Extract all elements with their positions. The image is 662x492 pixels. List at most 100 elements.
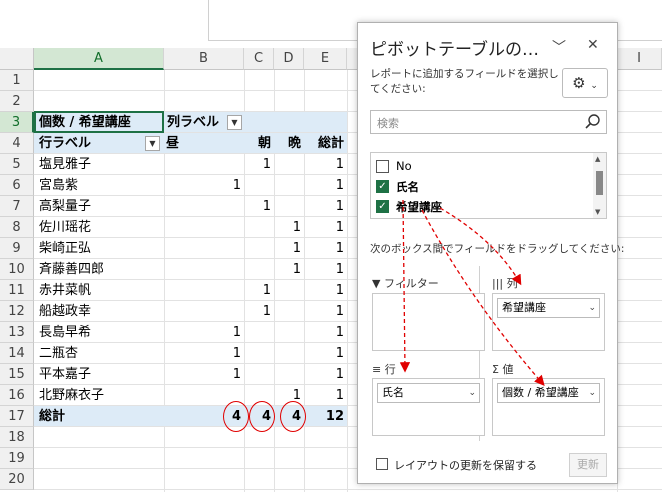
pivot-value-cell[interactable]: 1 — [274, 259, 301, 280]
pivot-value-cell[interactable]: 1 — [244, 154, 271, 175]
pivot-row-name[interactable]: 平本嘉子 — [39, 364, 91, 385]
field-checkbox-no[interactable] — [376, 160, 389, 173]
pivot-value-cell[interactable]: 1 — [304, 175, 344, 196]
pivot-row-name[interactable]: 北野麻衣子 — [39, 385, 104, 406]
pivot-row-name[interactable]: 塩見雅子 — [39, 154, 91, 175]
chevron-down-icon[interactable]: ⌄ — [588, 299, 596, 317]
values-chip[interactable]: 個数 / 希望講座 ⌄ — [497, 383, 600, 403]
pivot-value-cell[interactable]: 1 — [304, 259, 344, 280]
row-header[interactable]: 20 — [0, 469, 34, 490]
col-labels-filter-dropdown[interactable]: ▼ — [227, 115, 242, 130]
pivot-value-cell[interactable]: 1 — [304, 301, 344, 322]
chevron-down-icon[interactable]: ⌄ — [468, 384, 476, 402]
pivot-value-cell[interactable] — [274, 301, 301, 322]
select-all-corner[interactable] — [0, 48, 34, 70]
row-header[interactable]: 16 — [0, 385, 34, 406]
pivot-value-cell[interactable]: 1 — [164, 343, 241, 364]
row-header[interactable]: 10 — [0, 259, 34, 280]
close-icon[interactable]: ✕ — [587, 37, 599, 53]
pivot-value-cell[interactable] — [274, 175, 301, 196]
pivot-value-cell[interactable]: 1 — [304, 154, 344, 175]
columns-area[interactable]: 希望講座 ⌄ — [492, 293, 605, 351]
pivot-value-cell[interactable] — [274, 154, 301, 175]
pivot-value-cell[interactable] — [164, 280, 241, 301]
pivot-value-cell[interactable]: 1 — [304, 322, 344, 343]
pivot-value-cell[interactable]: 1 — [304, 217, 344, 238]
row-header[interactable]: 1 — [0, 70, 34, 91]
pivot-value-cell[interactable] — [274, 280, 301, 301]
row-labels-filter-dropdown[interactable]: ▼ — [145, 136, 160, 151]
row-header[interactable]: 13 — [0, 322, 34, 343]
row-header[interactable]: 19 — [0, 448, 34, 469]
row-header[interactable]: 11 — [0, 280, 34, 301]
pivot-value-cell[interactable]: 1 — [274, 238, 301, 259]
col-header-c[interactable]: C — [244, 48, 274, 70]
pivot-col-labels[interactable]: 列ラベル — [167, 112, 219, 133]
pivot-row-name[interactable]: 斉藤善四郎 — [39, 259, 104, 280]
pivot-value-cell[interactable]: 1 — [304, 343, 344, 364]
rows-area[interactable]: 氏名 ⌄ — [372, 378, 485, 436]
scroll-thumb[interactable] — [596, 171, 603, 195]
pivot-value-cell[interactable]: 1 — [274, 217, 301, 238]
pivot-value-cell[interactable] — [164, 301, 241, 322]
field-list-scrollbar[interactable]: ▲ ▼ — [593, 153, 606, 218]
pivot-value-cell[interactable] — [274, 196, 301, 217]
row-header[interactable]: 4 — [0, 133, 34, 154]
row-header[interactable]: 2 — [0, 91, 34, 112]
field-checkbox-shimei[interactable]: ✓ — [376, 180, 389, 193]
pivot-row-labels[interactable]: 行ラベル — [39, 133, 91, 154]
field-search-input[interactable]: 検索 — [370, 110, 607, 134]
pivot-value-cell[interactable]: 1 — [304, 364, 344, 385]
pivot-row-name[interactable]: 船越政幸 — [39, 301, 91, 322]
pivot-row-name[interactable]: 柴崎正弘 — [39, 238, 91, 259]
pivot-value-cell[interactable] — [244, 175, 271, 196]
pivot-value-cell[interactable] — [164, 196, 241, 217]
pivot-value-cell[interactable]: 1 — [164, 364, 241, 385]
pivot-row-name[interactable]: 二瓶杏 — [39, 343, 78, 364]
pivot-value-cell[interactable]: 1 — [164, 175, 241, 196]
row-header[interactable]: 8 — [0, 217, 34, 238]
pivot-value-cell[interactable] — [274, 322, 301, 343]
col-header-i[interactable]: I — [617, 48, 662, 70]
row-header[interactable]: 18 — [0, 427, 34, 448]
col-header-a[interactable]: A — [34, 48, 164, 70]
row-header[interactable]: 7 — [0, 196, 34, 217]
pivot-value-cell[interactable]: 1 — [304, 196, 344, 217]
pivot-value-cell[interactable]: 1 — [244, 280, 271, 301]
columns-chip[interactable]: 希望講座 ⌄ — [497, 298, 600, 318]
rows-chip[interactable]: 氏名 ⌄ — [377, 383, 480, 403]
tools-gear-button[interactable]: ⚙ ⌄ — [562, 68, 608, 98]
pivot-value-cell[interactable] — [244, 364, 271, 385]
scroll-down-icon[interactable]: ▼ — [595, 208, 600, 216]
values-area[interactable]: 個数 / 希望講座 ⌄ — [492, 378, 605, 436]
pivot-value-cell[interactable] — [164, 238, 241, 259]
pivot-value-cell[interactable] — [244, 217, 271, 238]
pivot-value-cell[interactable] — [274, 343, 301, 364]
active-cell-a3[interactable] — [34, 111, 164, 133]
pivot-value-cell[interactable]: 1 — [304, 280, 344, 301]
pivot-row-name[interactable]: 宮島紫 — [39, 175, 78, 196]
pivot-value-cell[interactable]: 1 — [164, 322, 241, 343]
pivot-value-cell[interactable] — [244, 322, 271, 343]
pivot-value-cell[interactable]: 1 — [244, 301, 271, 322]
pivot-row-name[interactable]: 長島早希 — [39, 322, 91, 343]
defer-layout-checkbox[interactable] — [376, 458, 388, 470]
row-header[interactable]: 6 — [0, 175, 34, 196]
row-header[interactable]: 3 — [0, 112, 34, 133]
scroll-up-icon[interactable]: ▲ — [595, 155, 600, 163]
chevron-down-icon[interactable]: ﹀ — [552, 37, 566, 57]
pivot-value-cell[interactable] — [244, 343, 271, 364]
filter-area[interactable] — [372, 293, 485, 351]
pivot-value-cell[interactable] — [164, 154, 241, 175]
row-header[interactable]: 14 — [0, 343, 34, 364]
pivot-value-cell[interactable]: 1 — [244, 196, 271, 217]
pivot-value-cell[interactable] — [244, 238, 271, 259]
row-header[interactable]: 5 — [0, 154, 34, 175]
pivot-row-name[interactable]: 赤井菜帆 — [39, 280, 91, 301]
row-header[interactable]: 9 — [0, 238, 34, 259]
row-header[interactable]: 12 — [0, 301, 34, 322]
pivot-value-cell[interactable] — [164, 259, 241, 280]
pivot-value-cell[interactable] — [244, 259, 271, 280]
col-header-b[interactable]: B — [164, 48, 244, 70]
pivot-value-cell[interactable]: 1 — [304, 238, 344, 259]
